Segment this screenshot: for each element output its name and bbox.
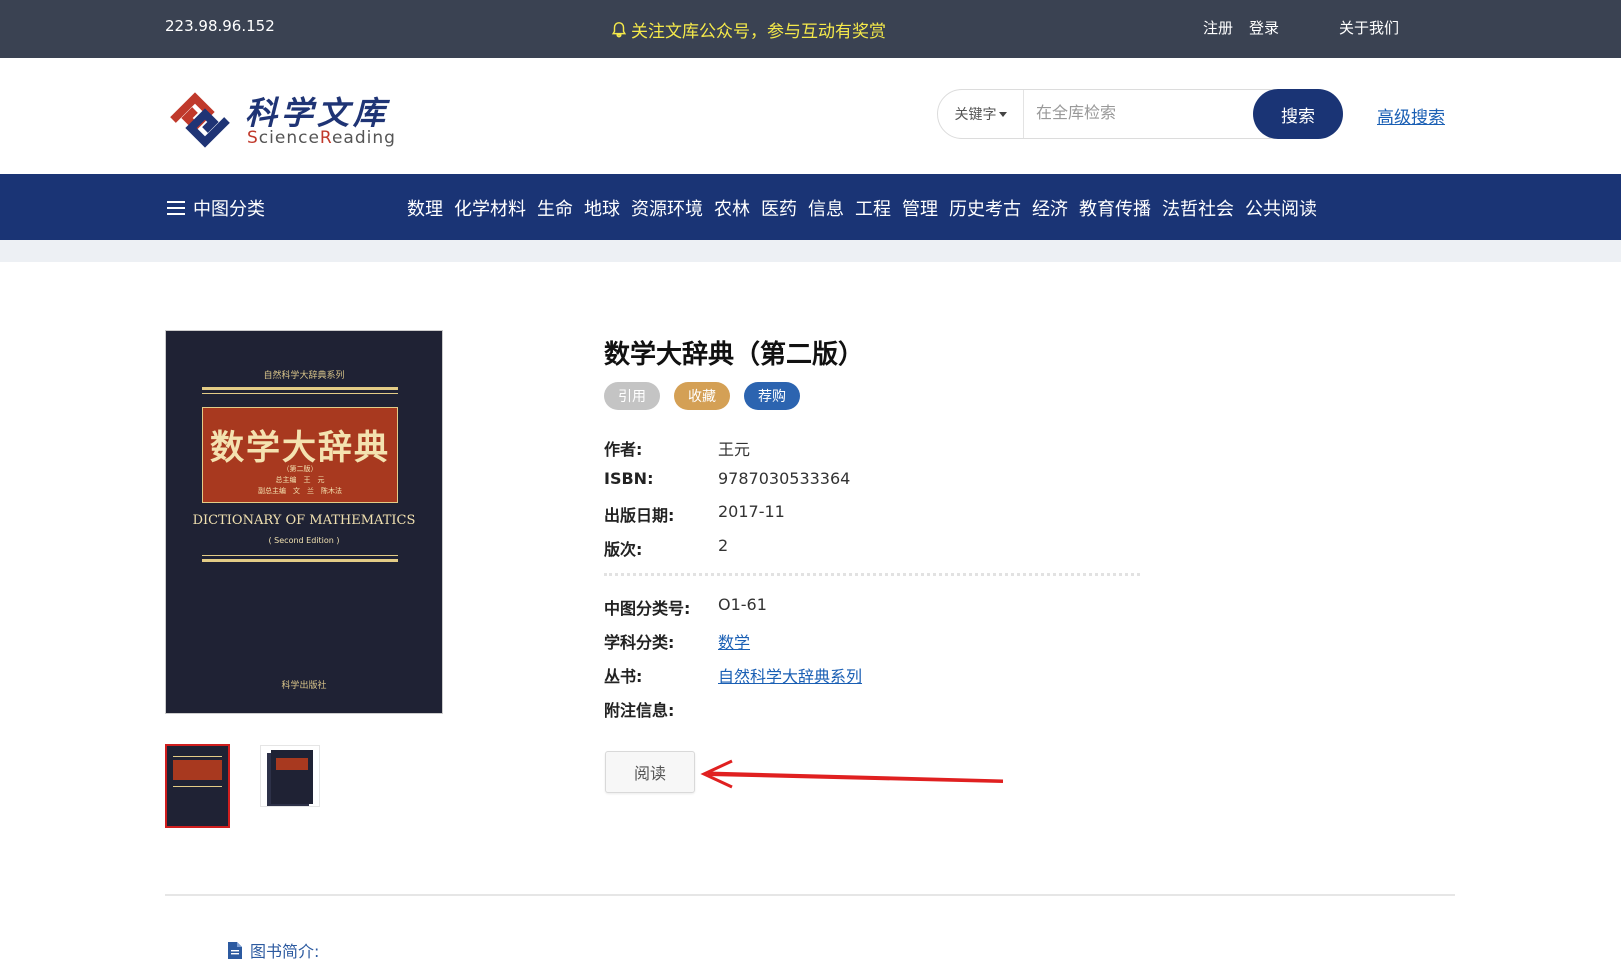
clc-row: 中图分类号: O1-61 [604,595,767,619]
header-divider-strip [0,240,1621,262]
book-intro-heading: 图书简介: [228,938,319,962]
cover-title-panel: 数学大辞典 （第二版） 总主编 王 元 副总主编 文 兰 陈木法 [202,407,398,503]
publish-date-label: 出版日期: [604,506,675,525]
site-header: 科学文库 ScienceReading 关键字 搜索 高级搜索 [0,58,1621,174]
cover-english-title: DICTIONARY OF MATHEMATICS [192,513,416,528]
read-button[interactable]: 阅读 [605,751,695,793]
cover-rule [202,559,398,562]
about-us-link[interactable]: 关于我们 [1339,17,1399,38]
cover-english-edition: ( Second Edition ) [268,536,340,545]
notice-text: 关注文库公众号，参与互动有奖赏 [631,22,886,42]
series-label: 丛书: [604,667,643,686]
bell-icon [611,21,627,37]
nav-item-medicine[interactable]: 医药 [761,195,797,221]
register-link[interactable]: 注册 [1203,17,1233,38]
edition-value: 2 [718,536,729,555]
isbn-row: ISBN: 9787030533364 [604,469,850,488]
nav-item-chemistry[interactable]: 化学材料 [454,195,526,221]
subject-row: 学科分类: 数学 [604,629,750,653]
nav-item-public-reading[interactable]: 公共阅读 [1245,195,1317,221]
cover-editor: 总主编 王 元 [275,476,325,484]
nav-item-environment[interactable]: 资源环境 [631,195,703,221]
site-logo[interactable]: 科学文库 ScienceReading [165,88,395,152]
favorite-button[interactable]: 收藏 [674,382,730,410]
subject-link[interactable]: 数学 [718,629,750,653]
nav-item-agriculture[interactable]: 农林 [714,195,750,221]
nav-item-management[interactable]: 管理 [902,195,938,221]
clc-label: 中图分类号: [604,599,691,618]
advanced-search-link[interactable]: 高级搜索 [1377,103,1445,128]
nav-item-history[interactable]: 历史考古 [949,195,1021,221]
category-nav: 中图分类 数理 化学材料 生命 地球 资源环境 农林 医药 信息 工程 管理 历… [0,174,1621,240]
cover-thumbnail-3d[interactable] [260,745,320,807]
edition-row: 版次: 2 [604,536,728,560]
edition-label: 版次: [604,540,643,559]
cover-rule [202,555,398,556]
nav-items: 数理 化学材料 生命 地球 资源环境 农林 医药 信息 工程 管理 历史考古 经… [407,195,1317,221]
search-button[interactable]: 搜索 [1253,89,1343,139]
isbn-label: ISBN: [604,469,654,488]
section-divider [165,894,1455,896]
category-menu-button[interactable]: 中图分类 [167,195,265,221]
search-input[interactable] [1036,102,1236,126]
top-bar: 223.98.96.152 关注文库公众号，参与互动有奖赏 注册 登录 关于我们 [0,0,1621,58]
book-actions: 引用 收藏 荐购 [604,382,800,410]
cite-button[interactable]: 引用 [604,382,660,410]
book-cover: 自然科学大辞典系列 数学大辞典 （第二版） 总主编 王 元 副总主编 文 兰 陈… [165,330,443,714]
nav-item-information[interactable]: 信息 [808,195,844,221]
recommend-purchase-button[interactable]: 荐购 [744,382,800,410]
hamburger-icon [167,201,185,215]
logo-mark-icon [170,92,230,148]
nav-item-law-philosophy[interactable]: 法哲社会 [1162,195,1234,221]
category-menu-label: 中图分类 [193,199,265,220]
author-value: 王元 [718,440,751,459]
nav-item-economics[interactable]: 经济 [1032,195,1068,221]
publish-date-row: 出版日期: 2017-11 [604,502,785,526]
nav-item-physics-math[interactable]: 数理 [407,195,443,221]
author-row: 作者: 王元 [604,436,750,460]
cover-thumbnail-front[interactable] [165,744,230,828]
notes-label: 附注信息: [604,701,675,720]
subject-label: 学科分类: [604,633,675,652]
cover-publisher: 科学出版社 [281,681,327,691]
nav-item-earth[interactable]: 地球 [584,195,620,221]
nav-item-engineering[interactable]: 工程 [855,195,891,221]
cover-edition: （第二版） [282,465,318,473]
cover-coeditor: 副总主编 文 兰 陈木法 [258,487,342,495]
series-row: 丛书: 自然科学大辞典系列 [604,663,862,687]
isbn-value: 9787030533364 [718,469,851,488]
document-icon [228,941,242,959]
book-title: 数学大辞典（第二版） [604,340,865,370]
login-link[interactable]: 登录 [1249,17,1279,38]
cover-title: 数学大辞典 [210,428,390,468]
search-mode-dropdown[interactable]: 关键字 [938,90,1024,138]
series-link[interactable]: 自然科学大辞典系列 [718,663,862,687]
nav-item-life[interactable]: 生命 [537,195,573,221]
clc-value: O1-61 [718,595,767,614]
caret-down-icon [998,111,1007,117]
nav-item-education[interactable]: 教育传播 [1079,195,1151,221]
search-mode-label: 关键字 [954,107,997,123]
cover-rule [202,393,398,394]
logo-english-text: ScienceReading [247,128,396,148]
cover-rule [202,387,398,390]
info-divider [604,573,1140,576]
cover-series: 自然科学大辞典系列 [263,371,345,381]
notes-row: 附注信息: [604,697,718,721]
annotation-arrow-icon [700,759,1004,789]
ip-address: 223.98.96.152 [165,17,275,35]
search-bar: 关键字 搜索 [937,89,1343,139]
author-label: 作者: [604,440,643,459]
publish-date-value: 2017-11 [718,502,785,521]
wechat-notice-link[interactable]: 关注文库公众号，参与互动有奖赏 [610,17,886,42]
book-intro-label: 图书简介: [250,942,320,961]
